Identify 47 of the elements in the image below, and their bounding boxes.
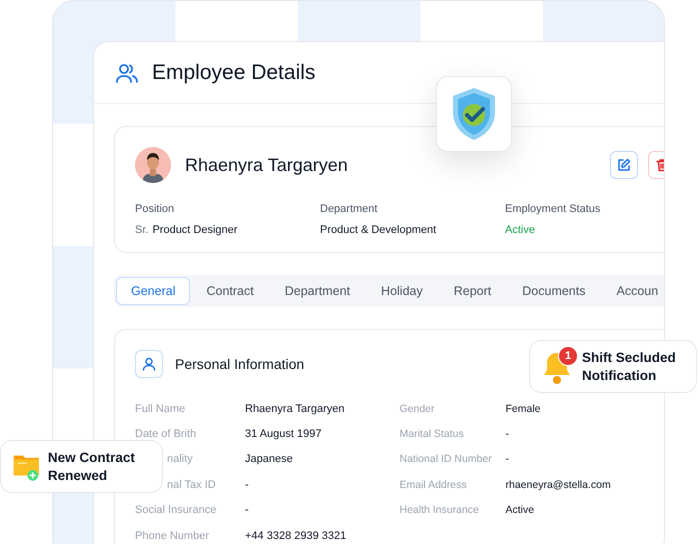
info-value: - <box>245 478 249 491</box>
info-label: nal Tax ID <box>166 478 217 491</box>
field-label: Position <box>135 203 176 215</box>
info-value: - <box>506 428 509 440</box>
tab[interactable]: Department <box>270 277 366 305</box>
notification-text: Shift Secluded Notification <box>582 348 677 384</box>
info-label: Marital Status <box>400 428 465 440</box>
field-value: Product & Development <box>320 224 436 236</box>
tab[interactable]: Report <box>438 277 506 305</box>
info-value: rhaeneyra@stella.com <box>506 478 611 491</box>
info-label: Social Insurance <box>135 504 218 516</box>
employee-name: Rhaenyra Targaryen <box>185 154 348 176</box>
field-label: Employment Status <box>505 203 602 215</box>
status-text: Active <box>505 224 535 236</box>
field-label: Department <box>320 203 378 215</box>
info-value: - <box>245 504 249 516</box>
info-label: Health Insurance <box>400 504 480 516</box>
count-badge: 1 <box>558 346 578 366</box>
tab[interactable]: Contract <box>191 277 269 305</box>
info-label: Gender <box>400 402 436 415</box>
info-label: Full Name <box>135 402 186 415</box>
tab[interactable]: Holiday <box>366 277 438 305</box>
tab[interactable]: Documents <box>507 277 600 305</box>
info-label: National ID Number <box>400 453 493 466</box>
info-value: +44 3328 2939 3321 <box>245 530 346 542</box>
info-value: - <box>506 453 509 466</box>
edit-button[interactable] <box>610 151 638 179</box>
field-value: Product Designer <box>152 224 238 236</box>
section-title: Personal Information <box>175 356 304 372</box>
info-label: Email Address <box>400 478 468 491</box>
info-label: Phone Number <box>135 530 210 542</box>
info-label: nality <box>166 453 194 466</box>
title-prefix: Sr. <box>135 224 148 236</box>
info-value: 31 August 1997 <box>245 428 322 440</box>
user-icon <box>135 350 163 378</box>
shield-check-icon <box>451 87 497 141</box>
page-title: Employee Details <box>152 60 316 84</box>
tab[interactable]: General <box>116 277 190 305</box>
notification-text: New Contract Renewed <box>48 448 136 484</box>
info-value: Rhaenyra Targaryen <box>245 402 344 415</box>
info-value: Active <box>506 504 534 516</box>
info-value: Female <box>506 402 541 415</box>
users-icon <box>116 62 138 82</box>
info-label: Date of Brith <box>135 428 198 440</box>
tab[interactable]: Accoun <box>602 277 664 305</box>
edit-icon <box>617 158 631 172</box>
info-value: Japanese <box>245 453 293 466</box>
